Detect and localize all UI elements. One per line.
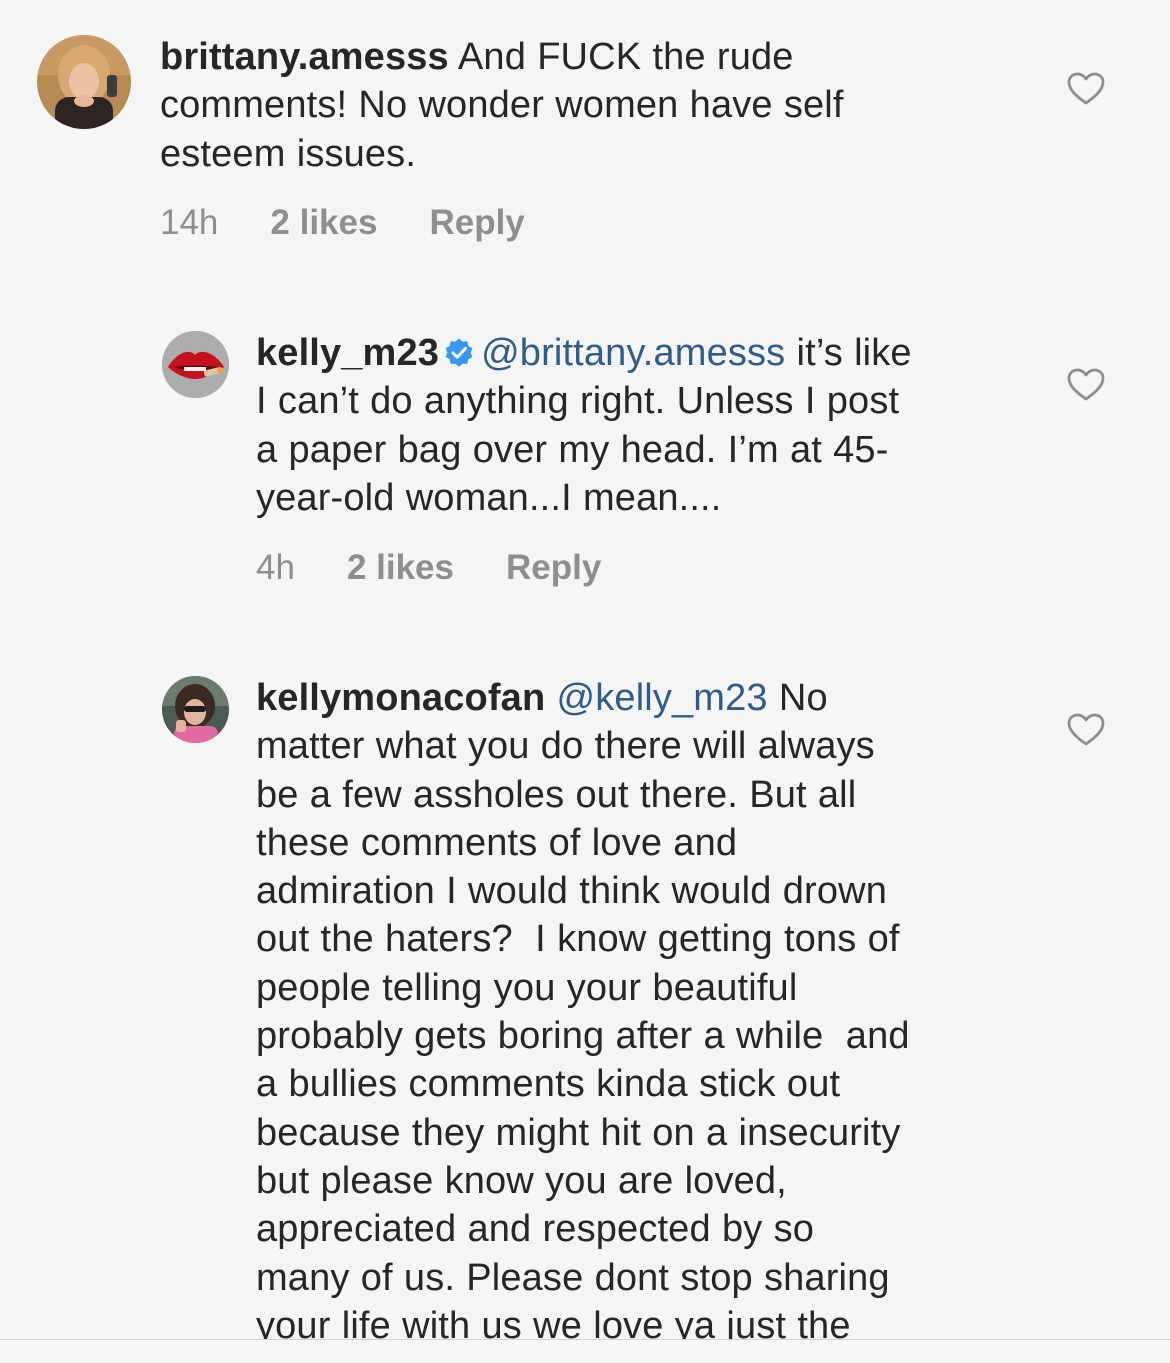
comment-text-line: esteem issues. bbox=[160, 132, 417, 175]
reply-button[interactable]: Reply bbox=[506, 548, 601, 588]
comment-text-line: out the haters? I know getting tons of bbox=[256, 918, 900, 961]
verified-badge-icon bbox=[445, 338, 473, 367]
heart-outline-icon[interactable] bbox=[1067, 72, 1105, 106]
mention-link[interactable]: @kelly_m23 bbox=[557, 677, 768, 719]
heart-outline-icon[interactable] bbox=[1067, 368, 1105, 402]
comment-text-line: a paper bag over my head. I’m at 45- bbox=[256, 428, 889, 471]
comment-text: kelly_m23 @brittany.amesss it’s like I c… bbox=[256, 329, 912, 522]
comment-text-line: these comments of love and bbox=[256, 821, 738, 864]
comment-text: brittany.amesss And FUCK the rude commen… bbox=[160, 33, 844, 178]
mention-link[interactable]: @brittany.amesss bbox=[481, 332, 785, 374]
comment-username[interactable]: brittany.amesss bbox=[160, 36, 449, 78]
comment-text-line: year-old woman...I mean.... bbox=[256, 476, 722, 519]
comment-text-line: but please know you are loved, bbox=[256, 1159, 787, 1202]
comment-text-line: a bullies comments kinda stick out bbox=[256, 1063, 841, 1106]
avatar[interactable] bbox=[37, 35, 131, 129]
comment-text-line: be a few assholes out there. But all bbox=[256, 773, 857, 816]
comment-likes[interactable]: 2 likes bbox=[270, 203, 377, 243]
bottom-bar bbox=[0, 1340, 1170, 1363]
comment-username[interactable]: kellymonacofan bbox=[256, 677, 545, 719]
comment-username[interactable]: kelly_m23 bbox=[256, 332, 439, 374]
comment-text-line: it’s like bbox=[796, 332, 912, 374]
comment-timestamp: 4h bbox=[256, 548, 295, 587]
comment-meta: 14h 2 likes Reply bbox=[160, 203, 525, 243]
reply-button[interactable]: Reply bbox=[429, 203, 524, 243]
comment-text-line: appreciated and respected by so bbox=[256, 1208, 815, 1251]
comment-text-line: people telling you your beautiful bbox=[256, 966, 798, 1009]
comment-text-line: many of us. Please dont stop sharing bbox=[256, 1256, 890, 1299]
comment-text-line: probably gets boring after a while and bbox=[256, 1015, 910, 1058]
comment-text-line: matter what you do there will always bbox=[256, 725, 875, 768]
comments-screen: brittany.amesss And FUCK the rude commen… bbox=[0, 0, 1170, 1363]
comment-text-line: I can’t do anything right. Unless I post bbox=[256, 380, 900, 423]
comment-text-line: admiration I would think would drown bbox=[256, 870, 888, 913]
comment-text: kellymonacofan @kelly_m23 No matter what… bbox=[256, 674, 910, 1350]
avatar[interactable] bbox=[162, 331, 229, 398]
comment-text-line: And FUCK the rude bbox=[457, 36, 794, 78]
comment-meta: 4h 2 likes Reply bbox=[256, 548, 601, 588]
avatar[interactable] bbox=[162, 676, 229, 743]
comment-text-line: No bbox=[778, 677, 828, 719]
comment-likes[interactable]: 2 likes bbox=[347, 548, 454, 588]
heart-outline-icon[interactable] bbox=[1067, 713, 1105, 747]
comment-text-line: comments! No wonder women have self bbox=[160, 84, 844, 127]
comment-text-line: because they might hit on a insecurity bbox=[256, 1111, 901, 1154]
comment-timestamp: 14h bbox=[160, 203, 219, 242]
